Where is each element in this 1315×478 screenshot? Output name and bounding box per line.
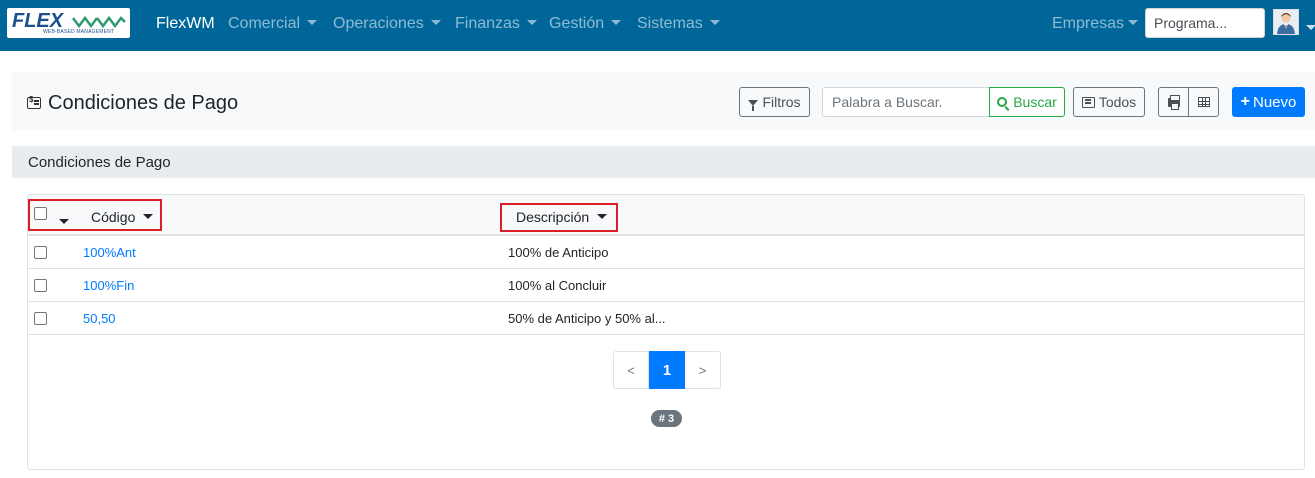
row-checkbox[interactable] [34,312,47,325]
list-icon [1081,96,1095,108]
table-row: 100%Ant 100% de Anticipo [28,236,1304,269]
filter-icon [748,100,759,111]
row-code-link[interactable]: 50,50 [83,311,116,326]
row-checkbox[interactable] [34,279,47,292]
table-row: 100%Fin 100% al Concluir [28,269,1304,302]
user-avatar-icon[interactable] [1273,9,1299,35]
menu-operaciones-label: Operaciones [333,15,424,32]
row-description: 50% de Anticipo y 50% al... [508,311,666,326]
table-icon [1197,97,1210,107]
menu-empresas-label: Empresas [1052,15,1125,32]
print-icon [1167,94,1180,110]
user-avatar-icon [1274,10,1298,34]
new-button-label: Nuevo [1252,93,1297,111]
row-code-link[interactable]: 100%Fin [83,278,134,293]
menu-sistemas-label: Sistemas [637,15,703,32]
row-checkbox[interactable] [34,246,47,259]
new-button[interactable]: + Nuevo [1232,87,1305,117]
row-description: 100% al Concluir [508,278,607,293]
menu-finanzas[interactable]: Finanzas [455,15,537,33]
chevron-down-icon [1128,20,1139,25]
menu-empresas[interactable]: Empresas [1052,15,1139,33]
pagination-prev[interactable]: < [613,351,649,389]
user-menu-toggle[interactable] [1306,20,1315,38]
chevron-down-icon [430,20,441,25]
print-button[interactable] [1158,87,1189,117]
program-search-input[interactable] [1145,8,1265,38]
pagination: < 1 > [613,351,721,389]
page-title: Condiciones de Pago [27,92,238,115]
filters-button[interactable]: Filtros [739,87,810,117]
brand-link[interactable]: FlexWM [156,15,215,33]
chevron-down-icon [611,20,622,25]
menu-sistemas[interactable]: Sistemas [637,15,720,33]
menu-comercial[interactable]: Comercial [228,15,318,33]
menu-gestion[interactable]: Gestión [549,15,622,33]
page-title-text: Condiciones de Pago [48,92,239,114]
flexwm-logo[interactable]: FLEX WEB-BASED MANAGEMENT [7,8,130,38]
keyword-search-input[interactable] [822,87,990,117]
row-code-link[interactable]: 100%Ant [83,245,136,260]
highlight-box-description [500,203,618,232]
money-check-icon [27,95,41,109]
menu-gestion-label: Gestión [549,15,605,32]
show-all-button[interactable]: Todos [1073,87,1145,117]
show-all-button-label: Todos [1098,94,1137,110]
chevron-down-icon [1306,25,1315,30]
pagination-page[interactable]: 1 [649,351,685,389]
pagination-next[interactable]: > [685,351,721,389]
table-header: Código Descripción [28,195,1304,236]
table-row: 50,50 50% de Anticipo y 50% al... [28,302,1304,335]
menu-operaciones[interactable]: Operaciones [333,15,441,33]
menu-finanzas-label: Finanzas [455,15,520,32]
filters-button-label: Filtros [762,94,801,110]
plus-icon: + [1240,93,1250,110]
chevron-down-icon [307,20,318,25]
row-description: 100% de Anticipo [508,245,609,260]
highlight-box-code [28,199,162,231]
menu-comercial-label: Comercial [228,15,301,32]
search-button[interactable]: Buscar [989,87,1065,117]
results-table: Código Descripción 100%Ant 100% de Antic… [27,194,1305,470]
table-view-button[interactable] [1188,87,1219,117]
record-count-badge: # 3 [651,410,682,427]
logo-wave-icon [72,15,126,28]
top-navbar: FLEX WEB-BASED MANAGEMENT FlexWM Comerci… [0,0,1315,51]
section-header: Condiciones de Pago [12,146,1315,178]
logo-subtitle: WEB-BASED MANAGEMENT [43,29,115,35]
chevron-down-icon [526,20,537,25]
search-icon [997,97,1008,107]
section-title: Condiciones de Pago [28,154,171,171]
search-button-label: Buscar [1013,94,1057,110]
chevron-down-icon [709,20,720,25]
